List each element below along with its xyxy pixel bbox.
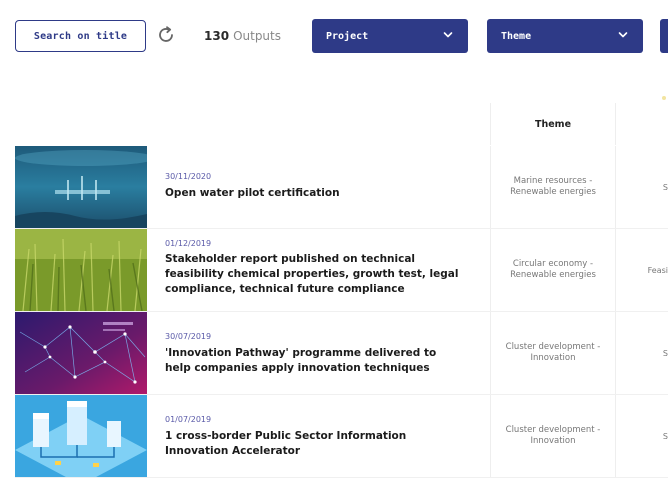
output-title-line: compliance, technical future compliance — [165, 283, 405, 295]
output-next-column: S — [662, 348, 668, 358]
output-theme-line: Renewable energies — [510, 270, 596, 280]
output-title-line: feasibility chemical properties, growth … — [165, 268, 459, 280]
output-thumbnail-image[interactable] — [15, 146, 147, 228]
header-indicator-dot — [662, 96, 666, 100]
output-theme-line: Cluster development - — [505, 425, 601, 435]
output-theme: Cluster development - Innovation — [490, 395, 616, 477]
project-dropdown[interactable]: Project — [312, 19, 468, 53]
output-next-column: Feasi — [647, 265, 668, 275]
theme-dropdown-label: Theme — [501, 30, 532, 42]
output-date: 01/07/2019 — [165, 415, 212, 424]
output-theme: Cluster development - Innovation — [490, 312, 616, 394]
output-theme-line: Innovation — [530, 436, 576, 446]
output-theme: Marine resources - Renewable energies — [490, 146, 616, 228]
output-theme-line: Innovation — [530, 353, 576, 363]
output-next-column: S — [662, 182, 668, 192]
chevron-down-icon — [618, 32, 628, 38]
table-row[interactable]: 01/12/2019 Stakeholder report published … — [15, 229, 668, 312]
output-theme-line: Renewable energies — [510, 187, 596, 197]
outputs-number: 130 — [204, 29, 230, 43]
project-dropdown-label: Project — [326, 30, 369, 42]
output-date: 01/12/2019 — [165, 239, 212, 248]
output-title-link[interactable]: Stakeholder report published on technica… — [165, 252, 475, 297]
next-filter-dropdown[interactable] — [660, 19, 668, 53]
table-row[interactable]: 30/07/2019 'Innovation Pathway' programm… — [15, 312, 668, 395]
table-row[interactable]: 01/07/2019 1 cross-border Public Sector … — [15, 395, 668, 478]
outputs-label: Outputs — [233, 29, 281, 43]
table-row[interactable]: 30/11/2020 Open water pilot certificatio… — [15, 146, 668, 229]
chevron-down-icon — [443, 32, 453, 38]
output-thumbnail-image[interactable] — [15, 229, 147, 311]
output-title-line: Innovation Accelerator — [165, 445, 301, 457]
theme-dropdown[interactable]: Theme — [487, 19, 643, 53]
refresh-icon[interactable] — [155, 24, 177, 46]
output-thumbnail-image[interactable] — [15, 312, 147, 394]
output-title-line: help companies apply innovation techniqu… — [165, 362, 430, 374]
output-title-line: Open water pilot certification — [165, 187, 340, 199]
outputs-count: 130 Outputs — [204, 29, 281, 43]
output-date: 30/11/2020 — [165, 172, 212, 181]
output-next-column: S — [662, 431, 668, 441]
output-date: 30/07/2019 — [165, 332, 212, 341]
output-theme-line: Cluster development - — [505, 342, 601, 352]
output-title-line: 1 cross-border Public Sector Information — [165, 430, 407, 442]
output-theme-line: Marine resources - — [513, 176, 593, 186]
output-title-link[interactable]: 1 cross-border Public Sector Information… — [165, 429, 465, 459]
output-title-line: 'Innovation Pathway' programme delivered… — [165, 347, 437, 359]
output-thumbnail-image[interactable] — [15, 395, 147, 477]
theme-column-header: Theme — [490, 103, 616, 145]
output-title-link[interactable]: Open water pilot certification — [165, 186, 465, 201]
output-theme-line: Circular economy - — [512, 259, 594, 269]
output-title-link[interactable]: 'Innovation Pathway' programme delivered… — [165, 346, 465, 376]
search-on-title-button[interactable]: Search on title — [15, 20, 146, 52]
output-title-line: Stakeholder report published on technica… — [165, 253, 416, 265]
output-theme: Circular economy - Renewable energies — [490, 229, 616, 311]
